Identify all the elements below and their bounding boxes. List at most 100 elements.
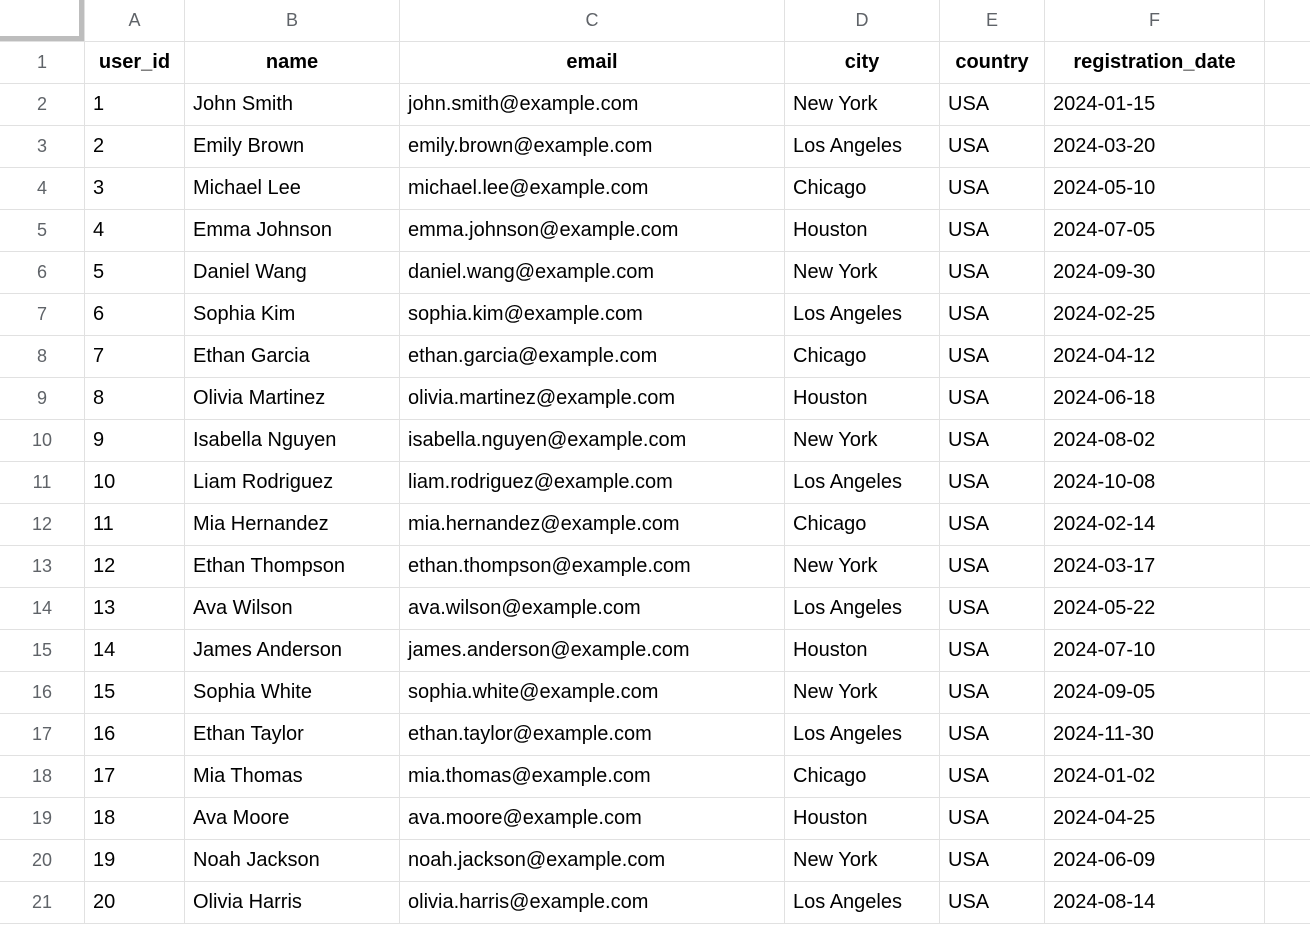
cell-F9[interactable]: 2024-06-18 <box>1045 378 1265 420</box>
cell-B16[interactable]: Sophia White <box>185 672 400 714</box>
cell-A21[interactable]: 20 <box>85 882 185 924</box>
cell-B7[interactable]: Sophia Kim <box>185 294 400 336</box>
cell-C8[interactable]: ethan.garcia@example.com <box>400 336 785 378</box>
cell-E14[interactable]: USA <box>940 588 1045 630</box>
cell-A12[interactable]: 11 <box>85 504 185 546</box>
cell-B18[interactable]: Mia Thomas <box>185 756 400 798</box>
row-header-9[interactable]: 9 <box>0 378 85 420</box>
cell-F12[interactable]: 2024-02-14 <box>1045 504 1265 546</box>
cell-A7[interactable]: 6 <box>85 294 185 336</box>
cell-D2[interactable]: New York <box>785 84 940 126</box>
cell-A5[interactable]: 4 <box>85 210 185 252</box>
cell-B5[interactable]: Emma Johnson <box>185 210 400 252</box>
cell-C17[interactable]: ethan.taylor@example.com <box>400 714 785 756</box>
cell-D16[interactable]: New York <box>785 672 940 714</box>
cell-F15[interactable]: 2024-07-10 <box>1045 630 1265 672</box>
cell-F7[interactable]: 2024-02-25 <box>1045 294 1265 336</box>
cell-A11[interactable]: 10 <box>85 462 185 504</box>
cell-F2[interactable]: 2024-01-15 <box>1045 84 1265 126</box>
cell-E5[interactable]: USA <box>940 210 1045 252</box>
cell-C4[interactable]: michael.lee@example.com <box>400 168 785 210</box>
cell-F16[interactable]: 2024-09-05 <box>1045 672 1265 714</box>
cell-E11[interactable]: USA <box>940 462 1045 504</box>
row-header-2[interactable]: 2 <box>0 84 85 126</box>
cell-F14[interactable]: 2024-05-22 <box>1045 588 1265 630</box>
cell-F8[interactable]: 2024-04-12 <box>1045 336 1265 378</box>
cell-F21[interactable]: 2024-08-14 <box>1045 882 1265 924</box>
cell-B6[interactable]: Daniel Wang <box>185 252 400 294</box>
cell-B1[interactable]: name <box>185 42 400 84</box>
column-header-C[interactable]: C <box>400 0 785 42</box>
cell-E6[interactable]: USA <box>940 252 1045 294</box>
cell-E15[interactable]: USA <box>940 630 1045 672</box>
row-header-8[interactable]: 8 <box>0 336 85 378</box>
cell-E7[interactable]: USA <box>940 294 1045 336</box>
cell-D4[interactable]: Chicago <box>785 168 940 210</box>
cell-D17[interactable]: Los Angeles <box>785 714 940 756</box>
cell-A9[interactable]: 8 <box>85 378 185 420</box>
column-header-E[interactable]: E <box>940 0 1045 42</box>
cell-E16[interactable]: USA <box>940 672 1045 714</box>
cell-F4[interactable]: 2024-05-10 <box>1045 168 1265 210</box>
cell-A6[interactable]: 5 <box>85 252 185 294</box>
cell-D18[interactable]: Chicago <box>785 756 940 798</box>
cell-D15[interactable]: Houston <box>785 630 940 672</box>
cell-A19[interactable]: 18 <box>85 798 185 840</box>
cell-D12[interactable]: Chicago <box>785 504 940 546</box>
cell-B2[interactable]: John Smith <box>185 84 400 126</box>
cell-D10[interactable]: New York <box>785 420 940 462</box>
cell-C6[interactable]: daniel.wang@example.com <box>400 252 785 294</box>
cell-F20[interactable]: 2024-06-09 <box>1045 840 1265 882</box>
cell-B13[interactable]: Ethan Thompson <box>185 546 400 588</box>
cell-C14[interactable]: ava.wilson@example.com <box>400 588 785 630</box>
spreadsheet-grid[interactable]: ABCDEF1user_idnameemailcitycountryregist… <box>0 0 1310 924</box>
row-header-15[interactable]: 15 <box>0 630 85 672</box>
cell-A1[interactable]: user_id <box>85 42 185 84</box>
cell-D19[interactable]: Houston <box>785 798 940 840</box>
cell-E1[interactable]: country <box>940 42 1045 84</box>
column-header-B[interactable]: B <box>185 0 400 42</box>
row-header-6[interactable]: 6 <box>0 252 85 294</box>
cell-D9[interactable]: Houston <box>785 378 940 420</box>
cell-F17[interactable]: 2024-11-30 <box>1045 714 1265 756</box>
cell-F1[interactable]: registration_date <box>1045 42 1265 84</box>
cell-A8[interactable]: 7 <box>85 336 185 378</box>
cell-F18[interactable]: 2024-01-02 <box>1045 756 1265 798</box>
cell-C15[interactable]: james.anderson@example.com <box>400 630 785 672</box>
cell-B9[interactable]: Olivia Martinez <box>185 378 400 420</box>
cell-C21[interactable]: olivia.harris@example.com <box>400 882 785 924</box>
cell-C11[interactable]: liam.rodriguez@example.com <box>400 462 785 504</box>
cell-D1[interactable]: city <box>785 42 940 84</box>
cell-C2[interactable]: john.smith@example.com <box>400 84 785 126</box>
cell-A13[interactable]: 12 <box>85 546 185 588</box>
select-all-corner[interactable] <box>0 0 85 42</box>
cell-C10[interactable]: isabella.nguyen@example.com <box>400 420 785 462</box>
cell-B20[interactable]: Noah Jackson <box>185 840 400 882</box>
cell-B14[interactable]: Ava Wilson <box>185 588 400 630</box>
cell-D5[interactable]: Houston <box>785 210 940 252</box>
cell-B12[interactable]: Mia Hernandez <box>185 504 400 546</box>
cell-D8[interactable]: Chicago <box>785 336 940 378</box>
cell-E20[interactable]: USA <box>940 840 1045 882</box>
cell-E9[interactable]: USA <box>940 378 1045 420</box>
cell-D14[interactable]: Los Angeles <box>785 588 940 630</box>
cell-E4[interactable]: USA <box>940 168 1045 210</box>
row-header-11[interactable]: 11 <box>0 462 85 504</box>
cell-F11[interactable]: 2024-10-08 <box>1045 462 1265 504</box>
row-header-12[interactable]: 12 <box>0 504 85 546</box>
cell-F5[interactable]: 2024-07-05 <box>1045 210 1265 252</box>
cell-C9[interactable]: olivia.martinez@example.com <box>400 378 785 420</box>
cell-E13[interactable]: USA <box>940 546 1045 588</box>
cell-F10[interactable]: 2024-08-02 <box>1045 420 1265 462</box>
cell-E3[interactable]: USA <box>940 126 1045 168</box>
row-header-7[interactable]: 7 <box>0 294 85 336</box>
cell-B8[interactable]: Ethan Garcia <box>185 336 400 378</box>
cell-A17[interactable]: 16 <box>85 714 185 756</box>
cell-B10[interactable]: Isabella Nguyen <box>185 420 400 462</box>
column-header-F[interactable]: F <box>1045 0 1265 42</box>
row-header-10[interactable]: 10 <box>0 420 85 462</box>
cell-E10[interactable]: USA <box>940 420 1045 462</box>
cell-E18[interactable]: USA <box>940 756 1045 798</box>
cell-A18[interactable]: 17 <box>85 756 185 798</box>
column-header-D[interactable]: D <box>785 0 940 42</box>
